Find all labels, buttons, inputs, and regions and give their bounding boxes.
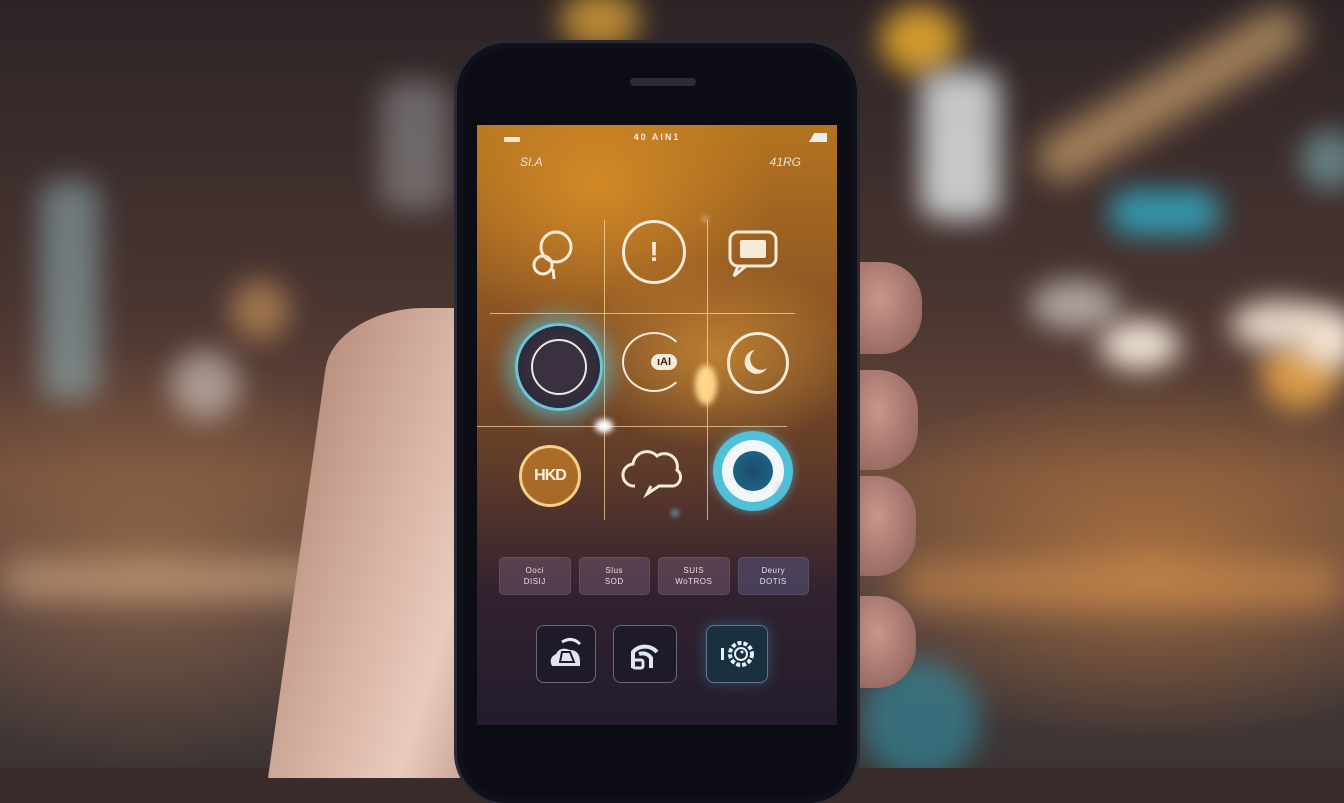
button-sublabel: DISIJ (523, 577, 546, 586)
finger (852, 476, 916, 576)
cloud-hat-icon (550, 637, 582, 666)
bokeh-light (1100, 320, 1180, 370)
light-flare (695, 365, 717, 405)
button-sublabel: SOD (604, 577, 624, 586)
audio-badge-icon: ıAI (650, 354, 678, 370)
bubbles-icon (532, 230, 573, 280)
app-icon-record[interactable] (713, 431, 793, 511)
record-icon (722, 440, 784, 502)
sparkle (703, 217, 707, 221)
bokeh-light (380, 80, 450, 210)
app-icon-message[interactable] (725, 225, 781, 281)
road-reflection (900, 560, 1344, 610)
app-icon-moon[interactable] (727, 332, 789, 394)
cloud-sync-icon (621, 450, 682, 499)
grid-divider (490, 313, 795, 314)
earpiece-speaker (630, 78, 696, 86)
bokeh-light (1300, 130, 1344, 190)
sparkle (672, 510, 678, 516)
alert-icon: ! (649, 236, 659, 267)
button-label: Ooci (525, 566, 544, 575)
settings-gear-icon (721, 641, 754, 667)
camera-lens-icon (531, 339, 587, 395)
bokeh-light (40, 180, 100, 400)
moon-icon (744, 350, 767, 374)
button-label: Deury (761, 566, 786, 575)
header-right-label: 41RG (769, 155, 801, 169)
app-icon-cloud-sync[interactable] (617, 445, 689, 505)
logo-badge-icon: HKD (534, 467, 567, 484)
app-icon-logo-badge[interactable]: HKD (519, 445, 581, 507)
grid-divider (477, 426, 787, 427)
action-button[interactable]: SUIS WoTROS (658, 557, 730, 595)
app-icon-audio-badge[interactable]: ıAI (622, 332, 686, 392)
phone-screen: 40 AIN1 SI.A 41RG ! ıAI HKD Ooci DISIJ S… (477, 125, 837, 725)
button-sublabel: DOTIS (759, 577, 787, 586)
bokeh-light (1030, 280, 1120, 330)
grid-divider (604, 220, 605, 520)
action-button[interactable]: Ooci DISIJ (499, 557, 571, 595)
app-icon-alert[interactable]: ! (622, 220, 686, 284)
button-row: Ooci DISIJ Slus SOD SUIS WoTROS Deury DOTIS (499, 557, 809, 595)
dock-button-settings[interactable] (706, 625, 768, 683)
status-bar: 40 AIN1 (477, 132, 837, 146)
wifi-feed-icon (631, 644, 659, 670)
action-button[interactable]: Slus SOD (578, 557, 650, 595)
sparkle (777, 485, 785, 493)
header-left-label: SI.A (520, 155, 543, 169)
finger (852, 370, 918, 470)
bokeh-light (920, 70, 1000, 220)
button-sublabel: WoTROS (675, 577, 713, 586)
finger (852, 262, 922, 354)
button-label: Slus (605, 566, 624, 575)
message-icon (728, 230, 778, 278)
bokeh-light (170, 350, 240, 420)
app-icon-camera-lens[interactable] (515, 323, 603, 411)
button-label: SUIS (683, 566, 705, 575)
bokeh-light (880, 5, 960, 75)
dock-button-cloud-hat[interactable] (536, 625, 596, 683)
light-flare (595, 419, 613, 433)
dock-button-wifi-feed[interactable] (613, 625, 677, 683)
light-streak (1027, 0, 1313, 192)
app-icon-bubbles[interactable] (522, 223, 582, 283)
bokeh-light (1110, 190, 1220, 235)
action-button[interactable]: Deury DOTIS (737, 557, 809, 595)
bokeh-light (230, 280, 290, 340)
status-text: 40 AIN1 (633, 132, 681, 142)
